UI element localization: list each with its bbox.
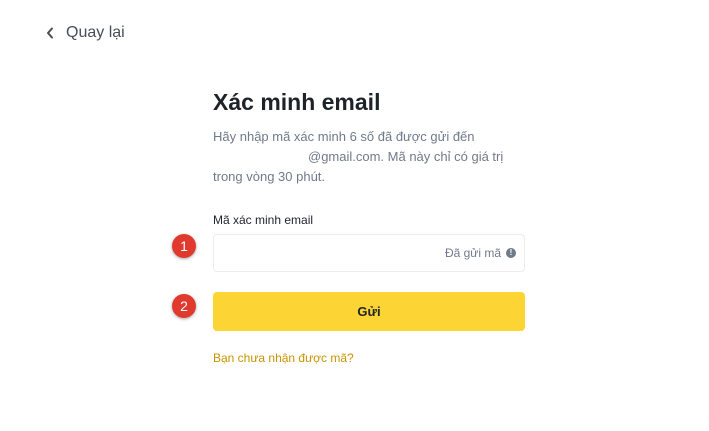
back-label: Quay lại <box>66 24 125 41</box>
instruction-line-1: Hãy nhập mã xác minh 6 số đã được gửi đế… <box>213 129 475 144</box>
verification-code-input[interactable] <box>222 237 445 269</box>
info-icon[interactable]: ! <box>506 248 516 258</box>
submit-button[interactable]: Gửi <box>213 292 525 331</box>
code-sent-label: Đã gửi mã <box>444 246 501 260</box>
instruction-line-3: trong vòng 30 phút. <box>213 169 326 184</box>
chevron-left-icon <box>46 26 56 40</box>
code-field[interactable]: Đã gửi mã ! <box>213 234 525 272</box>
annotation-marker-1: 1 <box>172 234 196 258</box>
back-link[interactable]: Quay lại <box>46 24 125 42</box>
instruction-line-2: @gmail.com. Mã này chỉ có giá trị <box>308 149 504 164</box>
code-field-label: Mã xác minh email <box>213 213 314 227</box>
verify-email-page: Quay lại Xác minh email Hãy nhập mã xác … <box>0 0 709 431</box>
page-title: Xác minh email <box>213 89 381 115</box>
code-sent-status: Đã gửi mã ! <box>445 246 516 260</box>
verify-form: Xác minh email Hãy nhập mã xác minh 6 số… <box>213 88 525 367</box>
annotation-marker-2: 2 <box>172 294 196 318</box>
instruction-text: Hãy nhập mã xác minh 6 số đã được gửi đế… <box>213 127 525 187</box>
resend-code-link[interactable]: Bạn chưa nhận được mã? <box>213 351 354 365</box>
